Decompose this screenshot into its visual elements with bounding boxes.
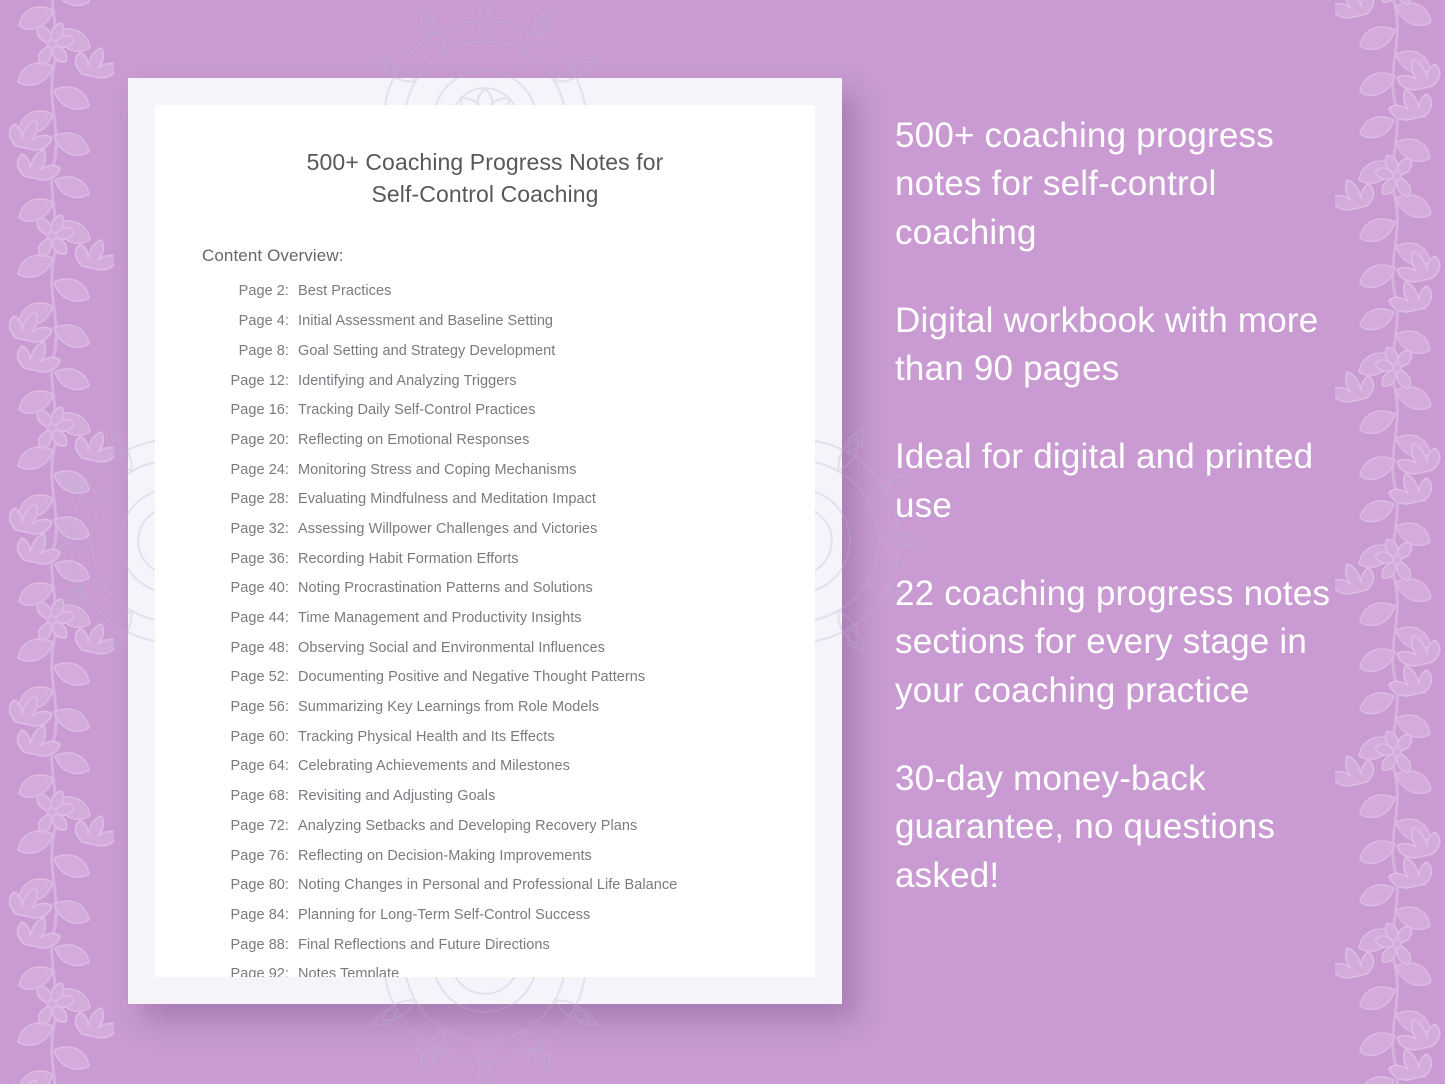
toc-page-number: Page 84: (230, 906, 289, 923)
list-item: Page 88: Final Reflections and Future Dir… (225, 938, 785, 953)
toc-section-label: Recording Habit Formation Efforts (298, 550, 519, 567)
toc-section-label: Tracking Physical Health and Its Effects (298, 728, 555, 745)
page-title-line-1: 500+ Coaching Progress Notes for (306, 149, 664, 175)
toc-section-label: Tracking Daily Self-Control Practices (298, 402, 536, 419)
toc-section-label: Observing Social and Environmental Influ… (298, 639, 605, 656)
toc-section-label: Best Practices (298, 283, 392, 300)
list-item: Page 92: Notes Template (225, 967, 785, 977)
content-overview-label: Content Overview: (202, 246, 344, 266)
toc-section-label: Goal Setting and Strategy Development (298, 342, 556, 359)
list-item: Page 52: Documenting Positive and Negativ… (225, 670, 785, 685)
toc-page-number: Page 92: (230, 966, 289, 977)
list-item: Page 84: Planning for Long-Term Self-Cont… (225, 908, 785, 923)
promo-bullet: 30-day money-back guarantee, no question… (895, 758, 1276, 895)
promo-bullet: Ideal for digital and printed use (895, 437, 1314, 525)
toc-section-label: Noting Changes in Personal and Professio… (298, 877, 678, 894)
toc-page-number: Page 64: (230, 758, 289, 775)
toc-section-label: Revisiting and Adjusting Goals (298, 788, 496, 805)
toc-section-label: Reflecting on Decision-Making Improvemen… (298, 847, 592, 864)
list-item: Page 12: Identifying and Analyzing Trigge… (225, 374, 785, 389)
toc-page-number: Page 40: (230, 580, 289, 597)
toc-page-number: Page 80: (230, 877, 289, 894)
promo-bullet: Digital workbook with more than 90 pages (895, 300, 1319, 389)
list-item: Page 68: Revisiting and Adjusting Goals (225, 789, 785, 804)
toc-page-number: Page 24: (230, 461, 289, 478)
list-item: Page 24: Monitoring Stress and Coping Mec… (225, 463, 785, 478)
list-item: Page 36: Recording Habit Formation Effort… (225, 552, 785, 567)
toc-section-label: Final Reflections and Future Directions (298, 936, 550, 953)
toc-section-label: Summarizing Key Learnings from Role Mode… (298, 699, 600, 716)
document-preview-card: 500+ Coaching Progress Notes for Self-Co… (42, 0, 928, 1084)
list-item: Page 28: Evaluating Mindfulness and Medit… (225, 492, 785, 507)
toc-section-label: Initial Assessment and Baseline Setting (298, 313, 554, 330)
toc-page-number: Page 20: (230, 431, 289, 448)
list-item: Page 64: Celebrating Achievements and Mil… (225, 759, 785, 774)
list-item: Page 80: Noting Changes in Personal and P… (225, 878, 785, 893)
list-item: Page 4: Initial Assessment and Baseline S… (225, 314, 785, 329)
page-title-line-2: Self-Control Coaching (371, 180, 599, 207)
toc-section-label: Analyzing Setbacks and Developing Recove… (298, 817, 638, 834)
list-item: Page 60: Tracking Physical Health and Its… (225, 730, 785, 745)
toc-page-number: Page 76: (230, 847, 289, 864)
toc-section-label: Reflecting on Emotional Responses (298, 431, 530, 448)
toc-section-label: Evaluating Mindfulness and Meditation Im… (298, 491, 597, 508)
toc-section-label: Celebrating Achievements and Milestones (298, 758, 570, 775)
page-title: 500+ Coaching Progress Notes for Self-Co… (185, 147, 785, 210)
promo-copy-column: 500+ coaching progress notes for self-co… (895, 112, 1365, 900)
promo-bullet: 500+ coaching progress notes for self-co… (895, 116, 1274, 252)
list-item: Page 16: Tracking Daily Self-Control Prac… (225, 403, 785, 418)
toc-section-label: Monitoring Stress and Coping Mechanisms (298, 461, 577, 478)
list-item: Page 72: Analyzing Setbacks and Developin… (225, 819, 785, 834)
promo-bullet: 22 coaching progress notes sections for … (895, 574, 1331, 710)
list-item: Page 44: Time Management and Productivity… (225, 611, 785, 626)
floral-vine-border-left-icon (7, 0, 114, 1084)
toc-page-number: Page 48: (230, 639, 289, 656)
toc-section-label: Identifying and Analyzing Triggers (298, 372, 517, 389)
document-page: 500+ Coaching Progress Notes for Self-Co… (155, 105, 815, 977)
table-of-contents: Page 2: Best Practices Page 4: Initial Asse… (185, 284, 785, 977)
toc-page-number: Page 2: (238, 283, 289, 300)
toc-page-number: Page 88: (230, 936, 289, 953)
toc-page-number: Page 16: (230, 402, 289, 419)
toc-section-label: Notes Template (298, 966, 400, 977)
toc-page-number: Page 4: (238, 313, 289, 330)
list-item: Page 8: Goal Setting and Strategy Develop… (225, 344, 785, 359)
toc-page-number: Page 60: (230, 728, 289, 745)
list-item: Page 20: Reflecting on Emotional Response… (225, 433, 785, 448)
list-item: Page 2: Best Practices (225, 284, 785, 299)
toc-section-label: Assessing Willpower Challenges and Victo… (298, 520, 598, 537)
toc-page-number: Page 72: (230, 817, 289, 834)
product-listing-poster: 500+ Coaching Progress Notes for Self-Co… (0, 0, 1445, 1084)
toc-page-number: Page 32: (230, 520, 289, 537)
toc-page-number: Page 68: (230, 788, 289, 805)
toc-page-number: Page 36: (230, 550, 289, 567)
toc-section-label: Planning for Long-Term Self-Control Succ… (298, 906, 591, 923)
list-item: Page 32: Assessing Willpower Challenges a… (225, 522, 785, 537)
toc-page-number: Page 52: (230, 669, 289, 686)
list-item: Page 40: Noting Procrastination Patterns … (225, 581, 785, 596)
toc-page-number: Page 44: (230, 610, 289, 627)
list-item: Page 48: Observing Social and Environment… (225, 641, 785, 656)
toc-section-label: Noting Procrastination Patterns and Solu… (298, 580, 593, 597)
toc-page-number: Page 8: (238, 342, 289, 359)
toc-page-number: Page 56: (230, 699, 289, 716)
list-item: Page 56: Summarizing Key Learnings from R… (225, 700, 785, 715)
toc-section-label: Documenting Positive and Negative Though… (298, 669, 646, 686)
toc-page-number: Page 12: (230, 372, 289, 389)
list-item: Page 76: Reflecting on Decision-Making Im… (225, 849, 785, 864)
toc-page-number: Page 28: (230, 491, 289, 508)
toc-section-label: Time Management and Productivity Insight… (298, 610, 582, 627)
